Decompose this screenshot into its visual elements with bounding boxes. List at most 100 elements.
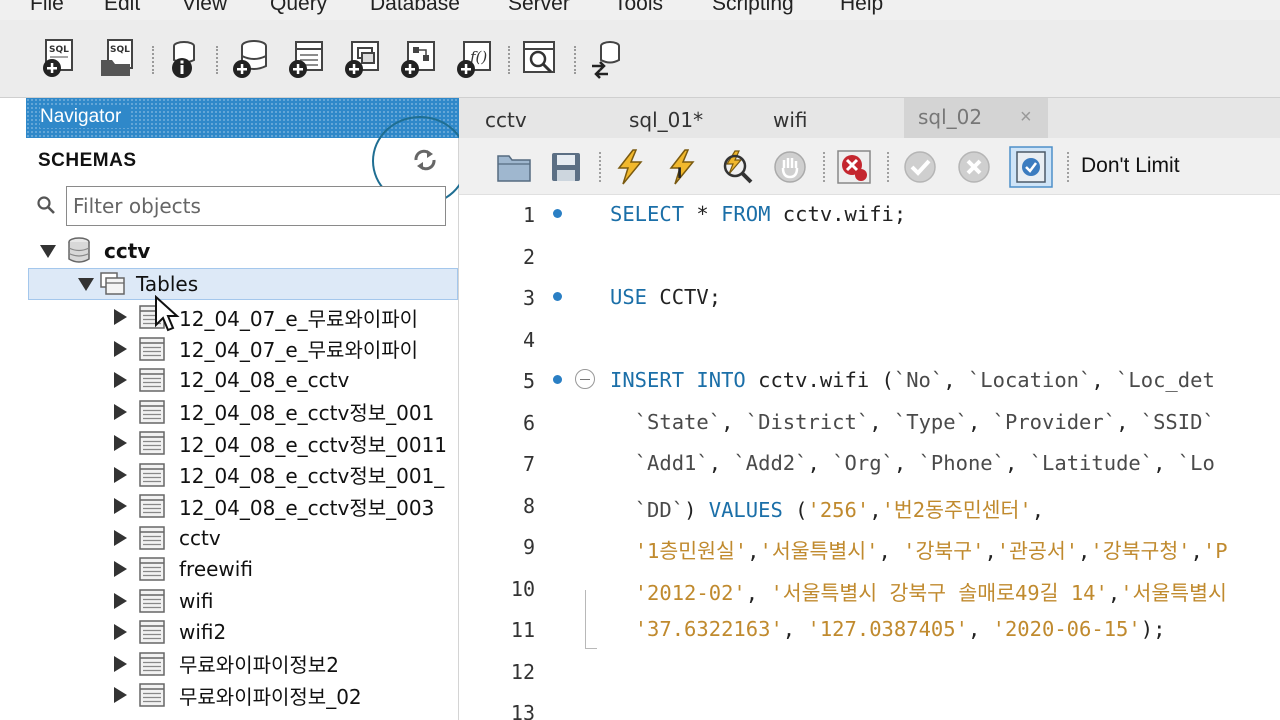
menu-database[interactable]: Database: [370, 0, 460, 16]
code-line: 9 '1층민원실','서울특별시', '강북구','관공서','강북구청','P: [459, 527, 1280, 568]
expand-arrow-icon[interactable]: [114, 340, 127, 357]
fold-toggle-icon[interactable]: [575, 369, 595, 389]
collapse-arrow-icon[interactable]: [40, 244, 56, 258]
tables-node[interactable]: Tables: [78, 269, 198, 299]
main-toolbar: SQL SQL f(): [0, 20, 1280, 98]
sql-text: ,: [747, 539, 760, 563]
search-table-data-icon[interactable]: [520, 38, 562, 80]
expand-arrow-icon[interactable]: [114, 655, 127, 672]
menu-help[interactable]: Help: [840, 0, 883, 16]
create-function-icon[interactable]: f(): [454, 38, 496, 80]
inspector-icon[interactable]: [162, 38, 204, 80]
code-line: 10 '2012-02', '서울특별시 강북구 솔매로49길 14','서울특…: [459, 569, 1280, 610]
expand-arrow-icon[interactable]: [114, 561, 127, 577]
table-item[interactable]: wifi2: [114, 617, 226, 647]
expand-arrow-icon[interactable]: [114, 592, 127, 609]
table-item[interactable]: 12_04_08_e_cctv정보_0011: [114, 428, 447, 458]
navigator-panel: SCHEMAS cctv Tables 12_04_07_e_무료와이파이 12_…: [26, 116, 468, 720]
menu-query[interactable]: Query: [270, 0, 327, 16]
expand-arrow-icon[interactable]: [114, 498, 127, 514]
table-icon: [139, 683, 165, 707]
table-name: 12_04_07_e_무료와이파이: [179, 306, 419, 331]
menu-view[interactable]: View: [182, 0, 227, 16]
sql-identifier: `Phone`: [918, 451, 1005, 475]
expand-arrow-icon[interactable]: [114, 372, 127, 388]
table-item[interactable]: 12_04_08_e_cctv: [114, 365, 349, 395]
toggle-autocommit-icon[interactable]: [1009, 146, 1053, 188]
code-line: 3 USE CCTV;: [459, 278, 1280, 319]
table-item[interactable]: cctv: [114, 523, 221, 553]
create-view-icon[interactable]: [342, 38, 384, 80]
open-sql-script-icon[interactable]: SQL: [98, 38, 140, 80]
line-number: 1: [522, 203, 535, 227]
commit-icon[interactable]: [901, 148, 939, 186]
open-folder-icon[interactable]: [495, 148, 533, 186]
sql-text: ,: [893, 451, 919, 475]
tab-cctv[interactable]: cctv: [485, 103, 527, 137]
sql-editor[interactable]: 1 SELECT * FROM cctv.wifi; 2 3 USE CCTV; 4 5 IN…: [459, 195, 1280, 720]
limit-rows-select[interactable]: Don't Limit: [1081, 154, 1180, 178]
menu-tools[interactable]: Tools: [614, 0, 663, 16]
expand-arrow-icon[interactable]: [114, 624, 127, 640]
table-item[interactable]: 12_04_08_e_cctv정보_001_: [114, 460, 444, 490]
toggle-stop-on-error-icon[interactable]: [835, 148, 873, 186]
tab-sql-02[interactable]: sql_02 ×: [904, 98, 1048, 138]
table-item[interactable]: freewifi: [114, 554, 253, 584]
expand-arrow-icon[interactable]: [114, 309, 127, 325]
menu-edit[interactable]: Edit: [104, 0, 140, 16]
execute-current-statement-icon[interactable]: I: [663, 148, 701, 186]
create-procedure-icon[interactable]: [398, 38, 440, 80]
table-name: 12_04_08_e_cctv정보_001: [179, 401, 435, 425]
rollback-icon[interactable]: [955, 148, 993, 186]
expand-arrow-icon[interactable]: [114, 466, 127, 483]
save-icon[interactable]: [547, 148, 585, 186]
menu-scripting[interactable]: Scripting: [712, 0, 794, 16]
expand-arrow-icon[interactable]: [114, 687, 127, 703]
table-name: freewifi: [179, 557, 253, 581]
tables-label: Tables: [136, 272, 199, 296]
line-number: 10: [510, 576, 535, 601]
code-line: 1 SELECT * FROM cctv.wifi;: [459, 195, 1280, 236]
tab-wifi[interactable]: wifi: [773, 103, 808, 137]
sql-text: ,: [1107, 580, 1121, 605]
tab-sql-01[interactable]: sql_01*: [629, 103, 703, 137]
line-number: 7: [522, 452, 535, 476]
new-sql-tab-icon[interactable]: SQL: [40, 38, 82, 80]
expand-arrow-icon[interactable]: [114, 435, 127, 451]
code-line: 11 '37.6322163', '127.0387405', '2020-06…: [459, 610, 1280, 651]
create-schema-icon[interactable]: [230, 38, 272, 80]
table-item[interactable]: wifi: [114, 586, 214, 616]
table-icon: [139, 525, 165, 550]
sql-text: ,: [967, 409, 993, 434]
sql-identifier: `DD`: [634, 497, 685, 522]
statement-marker-icon: [553, 209, 562, 218]
sql-keyword: INSERT INTO: [610, 368, 746, 392]
expand-arrow-icon[interactable]: [114, 529, 127, 546]
sql-identifier: `Org`: [832, 451, 894, 475]
reconnect-icon[interactable]: [586, 38, 628, 80]
filter-objects-input[interactable]: [66, 186, 446, 226]
sql-text: *: [684, 202, 722, 226]
table-item[interactable]: 무료와이파이정보2: [114, 649, 339, 679]
schema-row-cctv[interactable]: cctv: [40, 236, 150, 266]
sql-text: );: [1140, 617, 1166, 641]
table-item[interactable]: 무료와이파이정보_02: [114, 680, 362, 710]
toolbar-separator: [599, 152, 601, 182]
execute-icon[interactable]: [611, 148, 649, 186]
explain-icon[interactable]: [717, 148, 755, 186]
expand-arrow-icon[interactable]: [114, 403, 127, 420]
table-item[interactable]: 12_04_08_e_cctv정보_001: [114, 397, 434, 427]
create-table-icon[interactable]: [286, 38, 328, 80]
menu-file[interactable]: File: [30, 0, 64, 16]
fold-guide-end: [585, 648, 597, 649]
menu-server[interactable]: Server: [508, 0, 570, 16]
collapse-arrow-icon[interactable]: [78, 277, 94, 291]
table-name: 12_04_08_e_cctv정보_003: [179, 495, 435, 520]
stop-icon[interactable]: [771, 148, 809, 186]
tab-sql-02-label: sql_02: [918, 105, 983, 129]
close-tab-icon[interactable]: ×: [1020, 106, 1032, 129]
table-item[interactable]: 12_04_08_e_cctv정보_003: [114, 491, 434, 521]
sql-text: ,: [745, 580, 771, 605]
table-item[interactable]: 12_04_07_e_무료와이파이: [114, 334, 418, 364]
